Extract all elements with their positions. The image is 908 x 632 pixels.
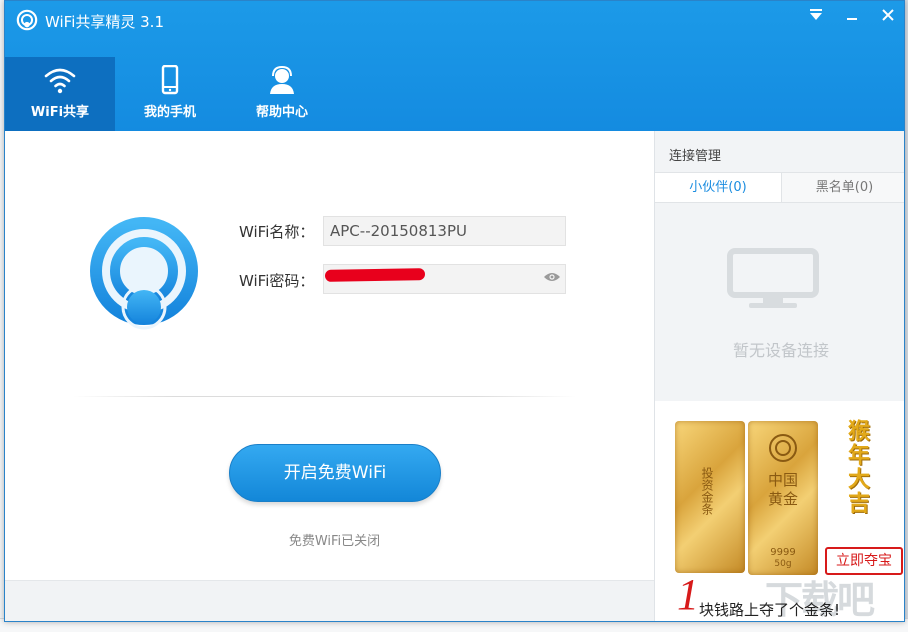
close-icon bbox=[882, 9, 894, 21]
gold-emblem-icon bbox=[769, 434, 797, 462]
ad-number: 1 bbox=[677, 570, 699, 619]
gold-bar-left-text: 投资金条 bbox=[700, 467, 714, 515]
connection-tabs: 小伙伴(0) 黑名单(0) bbox=[655, 172, 904, 203]
phone-icon bbox=[161, 65, 179, 95]
start-free-wifi-button[interactable]: 开启免费WiFi bbox=[229, 444, 441, 502]
connection-panel: 连接管理 小伙伴(0) 黑名单(0) 暂无设备连接 投资金条 中国黄金 9999… bbox=[654, 131, 904, 621]
support-agent-icon bbox=[270, 65, 294, 94]
menu-dropdown-button[interactable] bbox=[802, 5, 830, 25]
monitor-icon bbox=[727, 248, 819, 308]
chevron-down-icon bbox=[810, 9, 822, 20]
gold-bar-left-image: 投资金条 bbox=[675, 421, 745, 573]
no-device-text: 暂无设备连接 bbox=[732, 341, 829, 360]
main-footer bbox=[5, 580, 654, 621]
tab-help-center-label: 帮助中心 bbox=[255, 105, 308, 120]
wifi-status-text: 免费WiFi已关闭 bbox=[288, 534, 381, 549]
minimize-button[interactable] bbox=[838, 5, 866, 25]
main-panel: WiFi名称： APC--20150813PU WiFi密码： 开启免费WiFi… bbox=[5, 131, 654, 621]
tab-wifi-share-label: WiFi共享 bbox=[30, 105, 90, 120]
tab-wifi-share[interactable]: WiFi共享 bbox=[5, 57, 115, 131]
title-bar: WiFi共享精灵 3.1 WiFi共享 我的手机 帮助中心 bbox=[5, 1, 904, 131]
app-logo-icon bbox=[16, 9, 38, 31]
password-redaction-mark bbox=[324, 268, 426, 282]
wifi-name-input[interactable]: APC--20150813PU bbox=[323, 216, 566, 246]
tab-my-phone[interactable]: 我的手机 bbox=[115, 57, 225, 131]
tab-blacklist[interactable]: 黑名单(0) bbox=[781, 173, 904, 202]
close-button[interactable] bbox=[874, 5, 902, 25]
tab-my-phone-label: 我的手机 bbox=[143, 105, 196, 120]
tab-help-center[interactable]: 帮助中心 bbox=[227, 57, 337, 131]
gold-bar-right-image: 中国黄金 9999 50g bbox=[748, 421, 818, 575]
connection-panel-title: 连接管理 bbox=[669, 149, 722, 164]
gold-bar-right-text: 中国黄金 bbox=[768, 471, 799, 508]
wifi-icon bbox=[44, 68, 76, 94]
app-window: WiFi共享精灵 3.1 WiFi共享 我的手机 帮助中心 WiFi名称： AP… bbox=[4, 0, 905, 622]
window-title: WiFi共享精灵 3.1 bbox=[45, 13, 164, 31]
ad-caption: 块钱路上夺了个金条! bbox=[699, 601, 841, 619]
tab-buddies[interactable]: 小伙伴(0) bbox=[655, 173, 781, 202]
wifi-password-label: WiFi密码： bbox=[239, 272, 315, 290]
wifi-share-logo-icon bbox=[90, 217, 198, 330]
wifi-name-label: WiFi名称： bbox=[239, 223, 315, 241]
ad-slogan: 猴年大吉 bbox=[844, 419, 870, 515]
divider bbox=[73, 396, 576, 397]
gold-bar-purity: 9999 bbox=[770, 547, 796, 558]
gold-bar-weight: 50g bbox=[774, 559, 792, 569]
minimize-icon bbox=[847, 18, 857, 20]
gold-bar-ad[interactable]: 投资金条 中国黄金 9999 50g 猴年大吉 立即夺宝 下载吧 1 块钱路上夺… bbox=[655, 401, 904, 621]
eye-icon[interactable] bbox=[543, 271, 561, 283]
